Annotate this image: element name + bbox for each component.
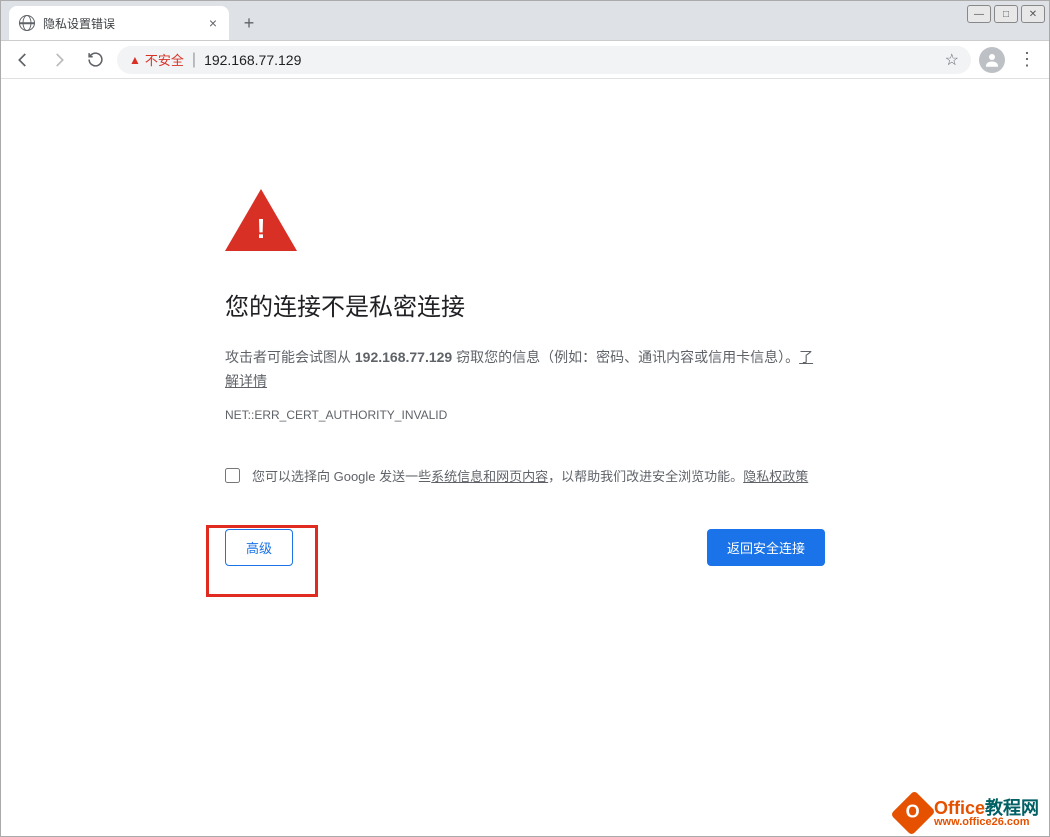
desc-host: 192.168.77.129 — [355, 349, 452, 365]
reload-button[interactable] — [81, 46, 109, 74]
tab-title: 隐私设置错误 — [43, 15, 199, 32]
maximize-button[interactable]: □ — [994, 5, 1018, 23]
opt-prefix: 您可以选择向 Google 发送一些 — [252, 469, 431, 484]
advanced-button[interactable]: 高级 — [225, 529, 293, 566]
minimize-button[interactable]: — — [967, 5, 991, 23]
divider: | — [192, 51, 196, 69]
button-row: 高级 返回安全连接 — [225, 529, 825, 566]
opt-in-checkbox[interactable] — [225, 468, 240, 483]
error-code: NET::ERR_CERT_AUTHORITY_INVALID — [225, 408, 825, 422]
url-text: 192.168.77.129 — [204, 52, 301, 68]
close-window-button[interactable]: ✕ — [1021, 5, 1045, 23]
bookmark-star-icon[interactable]: ☆ — [945, 50, 959, 70]
opt-in-label: 您可以选择向 Google 发送一些系统信息和网页内容，以帮助我们改进安全浏览功… — [252, 466, 808, 485]
ssl-warning-interstitial: ! 您的连接不是私密连接 攻击者可能会试图从 192.168.77.129 窃取… — [225, 189, 825, 566]
security-chip[interactable]: ▲ 不安全 — [129, 50, 184, 69]
desc-prefix: 攻击者可能会试图从 — [225, 349, 355, 365]
tab-close-button[interactable]: × — [207, 13, 219, 33]
watermark-text: Office教程网 www.office26.com — [934, 799, 1039, 828]
watermark: O Office教程网 www.office26.com — [898, 796, 1039, 830]
warning-triangle-icon: ▲ — [129, 53, 141, 67]
desc-suffix: 窃取您的信息（例如：密码、通讯内容或信用卡信息）。 — [452, 349, 799, 365]
opt-in-row: 您可以选择向 Google 发送一些系统信息和网页内容，以帮助我们改进安全浏览功… — [225, 466, 825, 485]
back-button[interactable] — [9, 46, 37, 74]
toolbar: ▲ 不安全 | 192.168.77.129 ☆ ⋮ — [1, 41, 1049, 79]
warning-icon: ! — [225, 189, 297, 251]
browser-window: 隐私设置错误 × + — □ ✕ ▲ 不安全 | 192.168.77.129 … — [0, 0, 1050, 837]
profile-button[interactable] — [979, 47, 1005, 73]
warning-heading: 您的连接不是私密连接 — [225, 287, 825, 322]
address-bar[interactable]: ▲ 不安全 | 192.168.77.129 ☆ — [117, 46, 971, 74]
browser-tab[interactable]: 隐私设置错误 × — [9, 6, 229, 40]
warning-description: 攻击者可能会试图从 192.168.77.129 窃取您的信息（例如：密码、通讯… — [225, 346, 825, 394]
watermark-url: www.office26.com — [934, 817, 1039, 828]
back-to-safety-button[interactable]: 返回安全连接 — [707, 529, 825, 566]
page-content: ! 您的连接不是私密连接 攻击者可能会试图从 192.168.77.129 窃取… — [1, 79, 1049, 836]
watermark-badge-icon: O — [890, 790, 935, 835]
security-label: 不安全 — [145, 50, 184, 69]
menu-button[interactable]: ⋮ — [1013, 46, 1041, 74]
opt-suffix: ，以帮助我们改进安全浏览功能。 — [548, 469, 743, 484]
window-controls: — □ ✕ — [967, 5, 1045, 23]
new-tab-button[interactable]: + — [235, 9, 263, 37]
system-info-link[interactable]: 系统信息和网页内容 — [431, 469, 548, 484]
privacy-policy-link[interactable]: 隐私权政策 — [743, 469, 808, 484]
titlebar: 隐私设置错误 × + — □ ✕ — [1, 1, 1049, 41]
forward-button[interactable] — [45, 46, 73, 74]
globe-icon — [19, 15, 35, 31]
watermark-title-suffix: 教程网 — [985, 798, 1039, 818]
